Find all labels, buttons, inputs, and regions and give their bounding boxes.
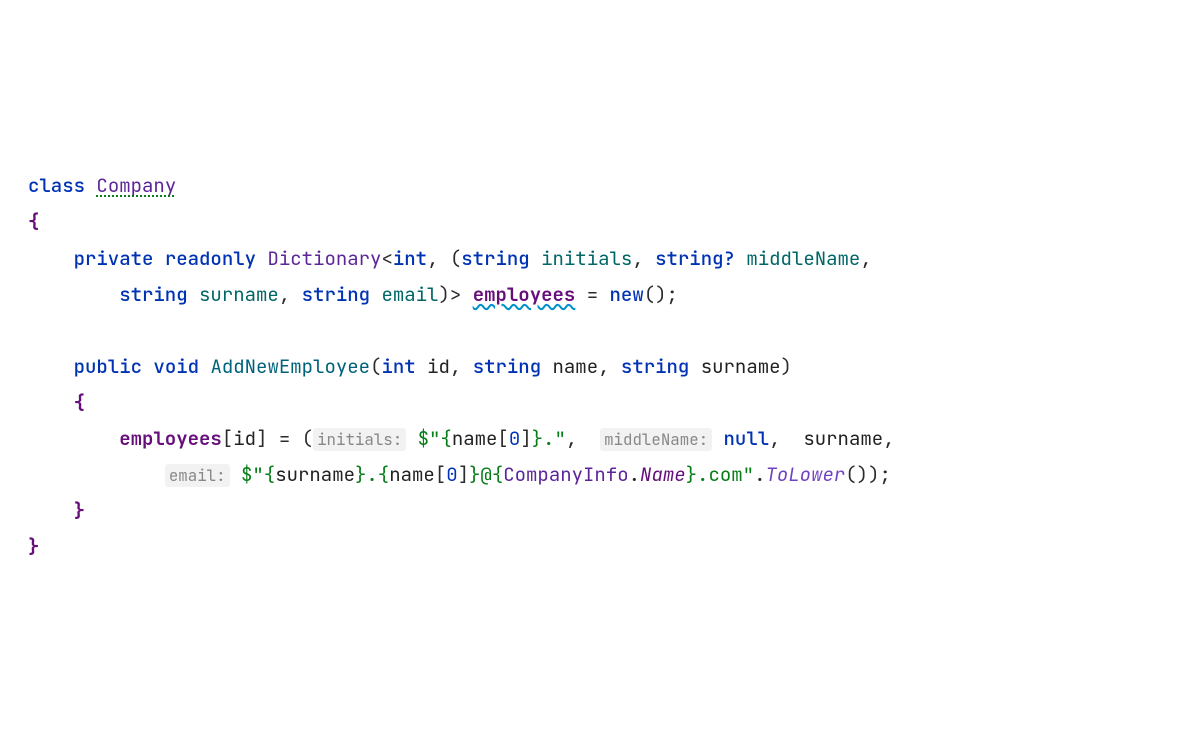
keyword-private: private	[74, 246, 154, 271]
keyword-public: public	[74, 354, 142, 379]
paren-open: (	[450, 246, 461, 271]
string-interp-1b: }."	[532, 426, 566, 451]
equals: =	[587, 282, 598, 307]
ctor-parens: ()	[644, 282, 667, 307]
brace-open: {	[74, 390, 85, 415]
inlay-hint-email: email:	[165, 464, 230, 487]
type-int: int	[393, 246, 427, 271]
bracket-close: ]	[520, 426, 531, 451]
arg-surname: surname	[803, 426, 883, 451]
bracket-open: [	[435, 462, 446, 487]
paren-open: (	[370, 354, 381, 379]
comma: ,	[883, 426, 894, 451]
prop-name: Name	[640, 462, 686, 487]
string-interp-2a: $"{	[241, 462, 275, 487]
tuple-member-email: email	[381, 282, 438, 307]
brace-close: }	[74, 498, 85, 523]
method-tolower: ToLower	[765, 462, 845, 487]
string-interp-2d: }.com"	[686, 462, 754, 487]
paren-open: (	[302, 426, 313, 451]
equals: =	[279, 426, 290, 451]
param-type-string: string	[621, 354, 689, 379]
tuple-member-initials: initials	[541, 246, 632, 271]
type-dictionary: Dictionary	[267, 246, 381, 271]
param-type-string: string	[473, 354, 541, 379]
string-interp-2c: }@{	[469, 462, 503, 487]
method-name: AddNewEmployee	[210, 354, 370, 379]
string-interp-2b: }.{	[355, 462, 389, 487]
angle-close: >	[450, 282, 461, 307]
type-companyinfo: CompanyInfo	[503, 462, 628, 487]
field-employees: employees	[473, 282, 576, 307]
bracket-open: [	[222, 426, 233, 451]
keyword-new: new	[610, 282, 644, 307]
paren-close: )	[781, 354, 792, 379]
bracket-close: ]	[256, 426, 267, 451]
param-surname: surname	[701, 354, 781, 379]
number-zero: 0	[509, 426, 520, 451]
interp-name: name	[452, 426, 498, 451]
brace-open: {	[28, 209, 39, 234]
type-string: string	[302, 282, 370, 307]
comma: ,	[598, 354, 609, 379]
interp-name2: name	[389, 462, 435, 487]
keyword-readonly: readonly	[165, 246, 256, 271]
number-zero: 0	[446, 462, 457, 487]
code-block: class Company { private readonly Diction…	[28, 173, 895, 559]
param-id: id	[427, 354, 450, 379]
bracket-open: [	[497, 426, 508, 451]
paren-close: )	[868, 462, 879, 487]
call-parens: ()	[845, 462, 868, 487]
keyword-void: void	[153, 354, 199, 379]
semicolon: ;	[667, 282, 678, 307]
brace-close: }	[28, 534, 39, 559]
keyword-class: class	[28, 173, 85, 198]
inlay-hint-middlename: middleName:	[600, 428, 712, 451]
comma: ,	[769, 426, 780, 451]
comma: ,	[427, 246, 438, 271]
dot: .	[754, 462, 765, 487]
comma: ,	[279, 282, 290, 307]
type-string: string	[461, 246, 529, 271]
type-string: string	[119, 282, 187, 307]
keyword-null: null	[724, 426, 770, 451]
semicolon: ;	[880, 462, 891, 487]
tuple-member-surname: surname	[199, 282, 279, 307]
string-interp-1a: $"{	[418, 426, 452, 451]
comma: ,	[632, 246, 643, 271]
interp-surname: surname	[275, 462, 355, 487]
index-id: id	[233, 426, 256, 451]
inlay-hint-initials: initials:	[313, 428, 406, 451]
paren-close: )	[438, 282, 449, 307]
type-string-nullable: string?	[655, 246, 735, 271]
bracket-close: ]	[458, 462, 469, 487]
comma: ,	[450, 354, 461, 379]
param-name: name	[553, 354, 599, 379]
comma: ,	[860, 246, 871, 271]
tuple-member-middlename: middleName	[746, 246, 860, 271]
angle-open: <	[381, 246, 392, 271]
ref-employees: employees	[119, 426, 222, 451]
dot: .	[629, 462, 640, 487]
class-name: Company	[96, 173, 176, 198]
comma: ,	[566, 426, 577, 451]
param-type-int: int	[381, 354, 415, 379]
